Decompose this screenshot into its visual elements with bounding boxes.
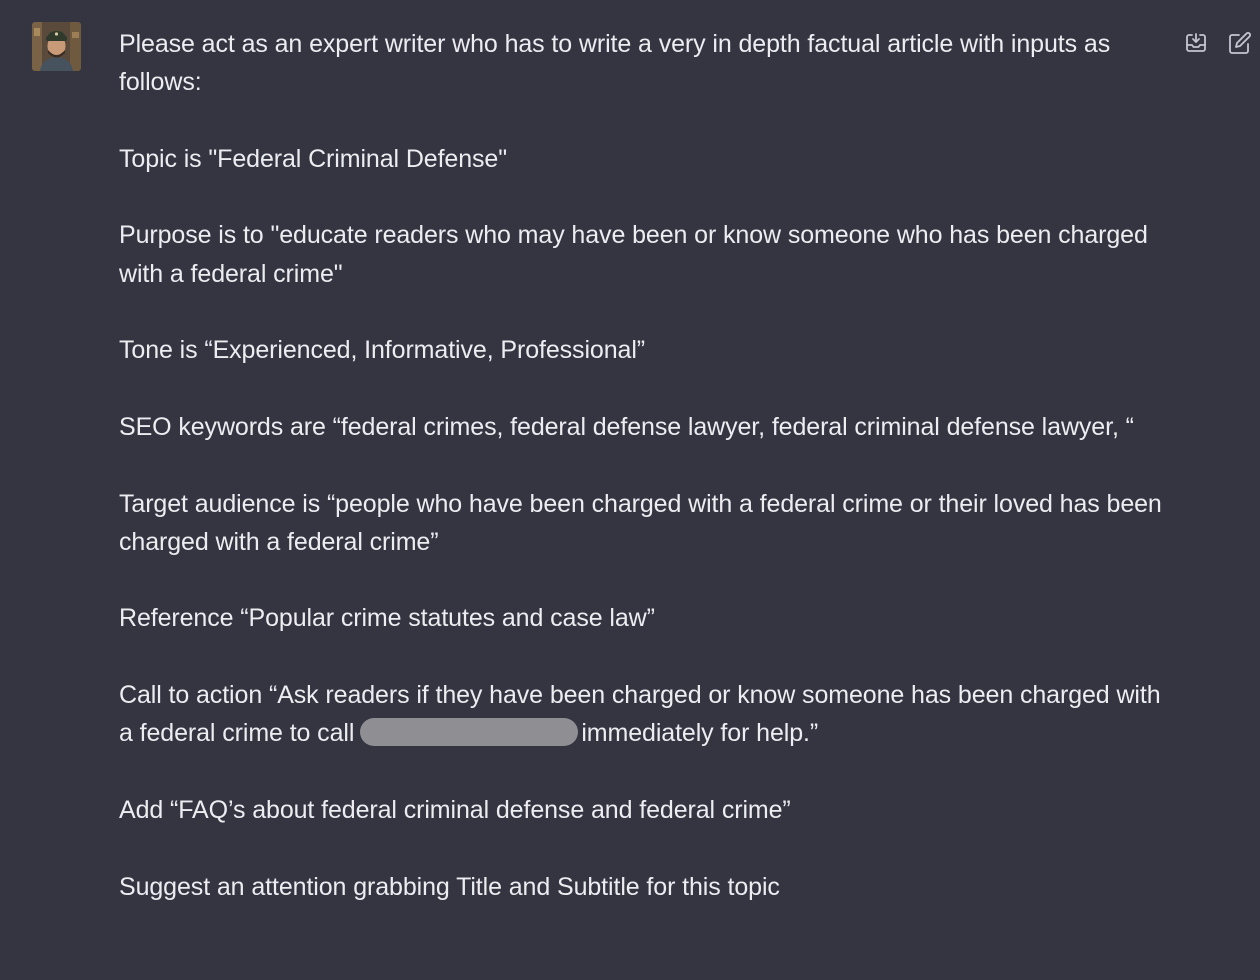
- edit-button[interactable]: [1227, 30, 1253, 56]
- message-paragraph: Reference “Popular crime statutes and ca…: [119, 604, 655, 633]
- message-paragraph: SEO keywords are “federal crimes, federa…: [119, 412, 1134, 441]
- message-paragraph: Target audience is “people who have been…: [119, 489, 1162, 556]
- message-paragraph: Please act as an expert writer who has t…: [119, 30, 1111, 97]
- avatar-image: [32, 22, 81, 71]
- copy-button[interactable]: [1183, 30, 1209, 56]
- user-avatar: [32, 22, 81, 71]
- call-to-action-paragraph: Call to action “Ask readers if they have…: [119, 676, 1164, 753]
- message-paragraph: Suggest an attention grabbing Title and …: [119, 872, 780, 901]
- copy-to-clipboard-icon: [1186, 33, 1206, 52]
- user-message: Please act as an expert writer who has t…: [0, 0, 1260, 980]
- edit-icon: [1229, 32, 1251, 54]
- message-body: Please act as an expert writer who has t…: [119, 25, 1164, 944]
- message-paragraph: Topic is "Federal Criminal Defense": [119, 144, 508, 173]
- cta-text-after: immediately for help.”: [581, 719, 819, 748]
- message-paragraph: Tone is “Experienced, Informative, Profe…: [119, 336, 645, 365]
- redacted-phone-number: [360, 718, 579, 747]
- message-paragraph: Purpose is to "educate readers who may h…: [119, 221, 1148, 288]
- message-paragraph: Add “FAQ’s about federal criminal defens…: [119, 795, 791, 824]
